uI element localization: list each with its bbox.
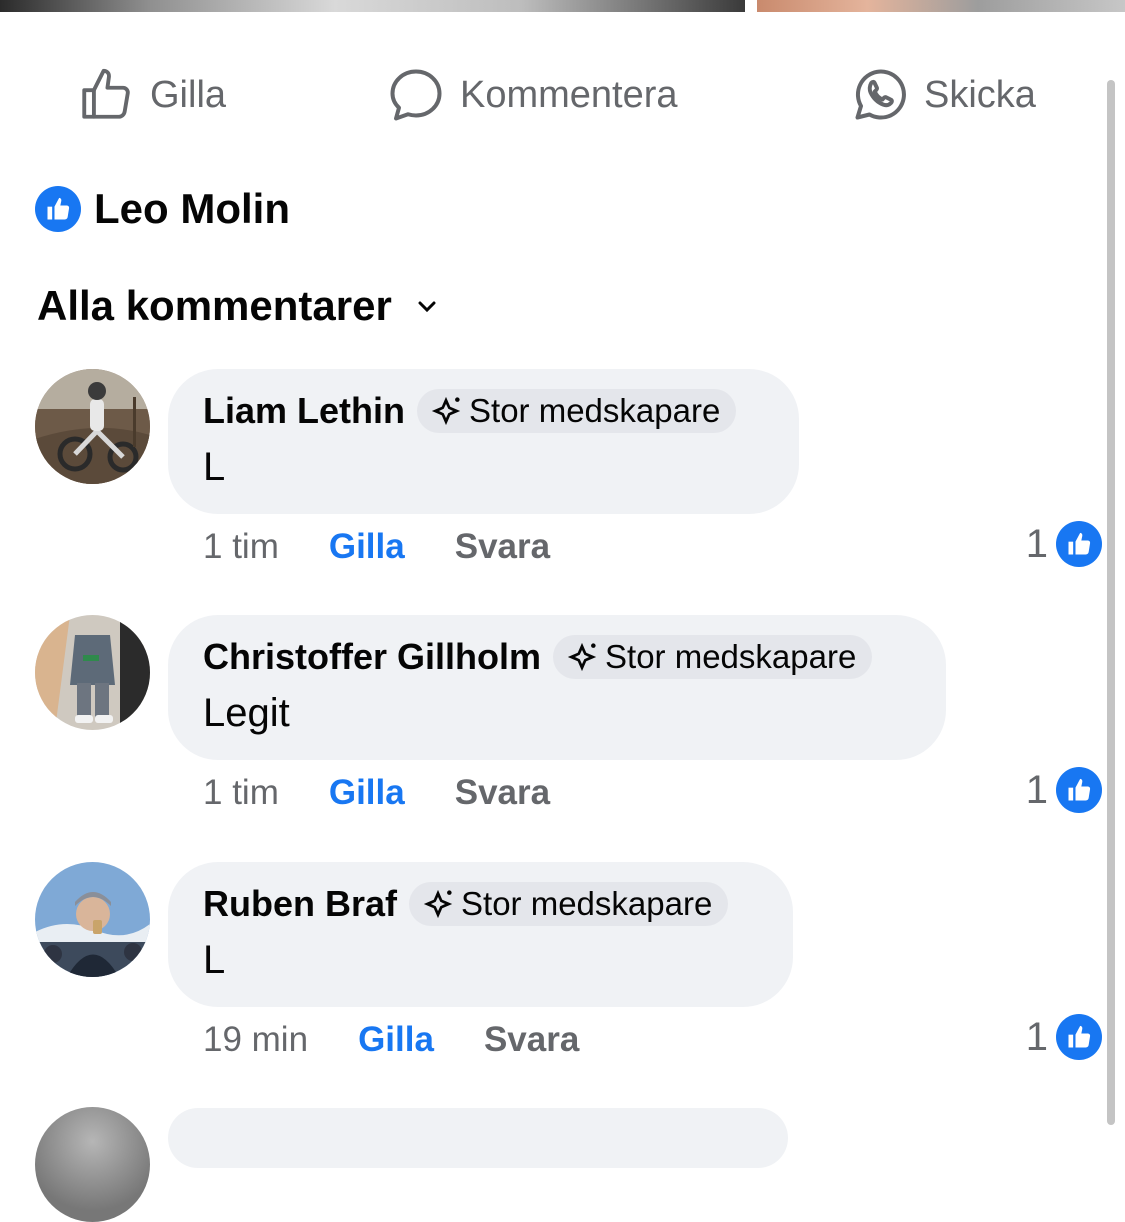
comment-author[interactable]: Liam Lethin [203, 390, 405, 432]
comment-text: L [203, 938, 226, 982]
badge-label: Stor medskapare [469, 392, 721, 429]
comment-bubble[interactable]: Christoffer Gillholm Stor medskapare Leg… [168, 615, 946, 760]
avatar[interactable] [35, 369, 150, 484]
comment-filter-label: Alla kommentarer [37, 282, 392, 329]
post-photo-strip [0, 0, 1125, 12]
sparkle-badge-icon [429, 394, 463, 428]
whatsapp-icon [850, 65, 910, 125]
comment-time[interactable]: 1 tim [203, 773, 279, 813]
like-count: 1 [1025, 1014, 1048, 1059]
comment-meta: 19 min Gilla Svara [203, 1020, 579, 1060]
comment-like-button[interactable]: Gilla [358, 1020, 434, 1060]
like-reaction-icon [1056, 767, 1102, 813]
contributor-badge[interactable]: Stor medskapare [417, 389, 737, 433]
comment-author-row: Liam Lethin Stor medskapare [203, 389, 737, 433]
like-count: 1 [1025, 521, 1048, 566]
comment-text: L [203, 445, 226, 489]
avatar[interactable] [35, 862, 150, 977]
comment-bubble[interactable]: Ruben Braf Stor medskapare L [168, 862, 793, 1007]
post-photo-right[interactable] [757, 0, 1125, 12]
like-button[interactable]: Gilla [76, 60, 226, 130]
comment-like-button[interactable]: Gilla [329, 773, 405, 813]
comment-button[interactable]: Kommentera [386, 60, 678, 130]
comment-like-count[interactable]: 1 [1026, 521, 1102, 567]
reactor-name: Leo Molin [94, 185, 290, 232]
badge-label: Stor medskapare [605, 638, 857, 675]
comment-reply-button[interactable]: Svara [455, 773, 550, 813]
contributor-badge[interactable]: Stor medskapare [409, 882, 729, 926]
comment-meta: 1 tim Gilla Svara [203, 773, 550, 813]
comment-item: Ruben Braf Stor medskapare L 19 min Gill… [0, 862, 1105, 1092]
badge-label: Stor medskapare [461, 885, 713, 922]
comment-reply-button[interactable]: Svara [484, 1020, 579, 1060]
post-action-bar: Gilla Kommentera Skicka [0, 60, 1100, 130]
comment-bubble[interactable]: Liam Lethin Stor medskapare L [168, 369, 799, 514]
comment-meta: 1 tim Gilla Svara [203, 527, 550, 567]
reactions-summary[interactable]: Leo Molin [35, 185, 290, 233]
comment-filter-dropdown[interactable]: Alla kommentarer [37, 282, 436, 330]
comment-time[interactable]: 19 min [203, 1020, 308, 1060]
post-photo-left[interactable] [0, 0, 745, 12]
like-label: Gilla [150, 73, 227, 116]
comment-time[interactable]: 1 tim [203, 527, 279, 567]
like-reaction-icon [1056, 521, 1102, 567]
comment-like-count[interactable]: 1 [1026, 767, 1102, 813]
comment-item: Liam Lethin Stor medskapare L 1 tim Gill… [0, 369, 1105, 599]
like-count: 1 [1025, 767, 1048, 812]
send-label: Skicka [924, 73, 1036, 116]
comment-author[interactable]: Ruben Braf [203, 883, 397, 925]
comment-reply-button[interactable]: Svara [455, 527, 550, 567]
avatar[interactable] [35, 1107, 150, 1222]
contributor-badge[interactable]: Stor medskapare [553, 635, 873, 679]
comment-icon [386, 65, 446, 125]
scrollbar[interactable] [1107, 80, 1115, 1125]
comment-author-row: Ruben Braf Stor medskapare [203, 882, 729, 926]
comment-like-button[interactable]: Gilla [329, 527, 405, 567]
comment-author-row: Christoffer Gillholm Stor medskapare [203, 635, 873, 679]
comment-like-count[interactable]: 1 [1026, 1014, 1102, 1060]
comment-text: Legit [203, 691, 290, 735]
like-reaction-icon [1056, 1014, 1102, 1060]
chevron-down-icon [418, 292, 436, 320]
send-whatsapp-button[interactable]: Skicka [850, 60, 1036, 130]
like-reaction-icon [35, 186, 81, 232]
comment-author[interactable]: Christoffer Gillholm [203, 636, 541, 678]
comment-bubble[interactable] [168, 1108, 788, 1168]
comment-label: Kommentera [460, 73, 678, 116]
sparkle-badge-icon [421, 887, 455, 921]
avatar[interactable] [35, 615, 150, 730]
sparkle-badge-icon [565, 640, 599, 674]
thumbs-up-icon [76, 65, 136, 125]
comment-item: Christoffer Gillholm Stor medskapare Leg… [0, 615, 1105, 845]
